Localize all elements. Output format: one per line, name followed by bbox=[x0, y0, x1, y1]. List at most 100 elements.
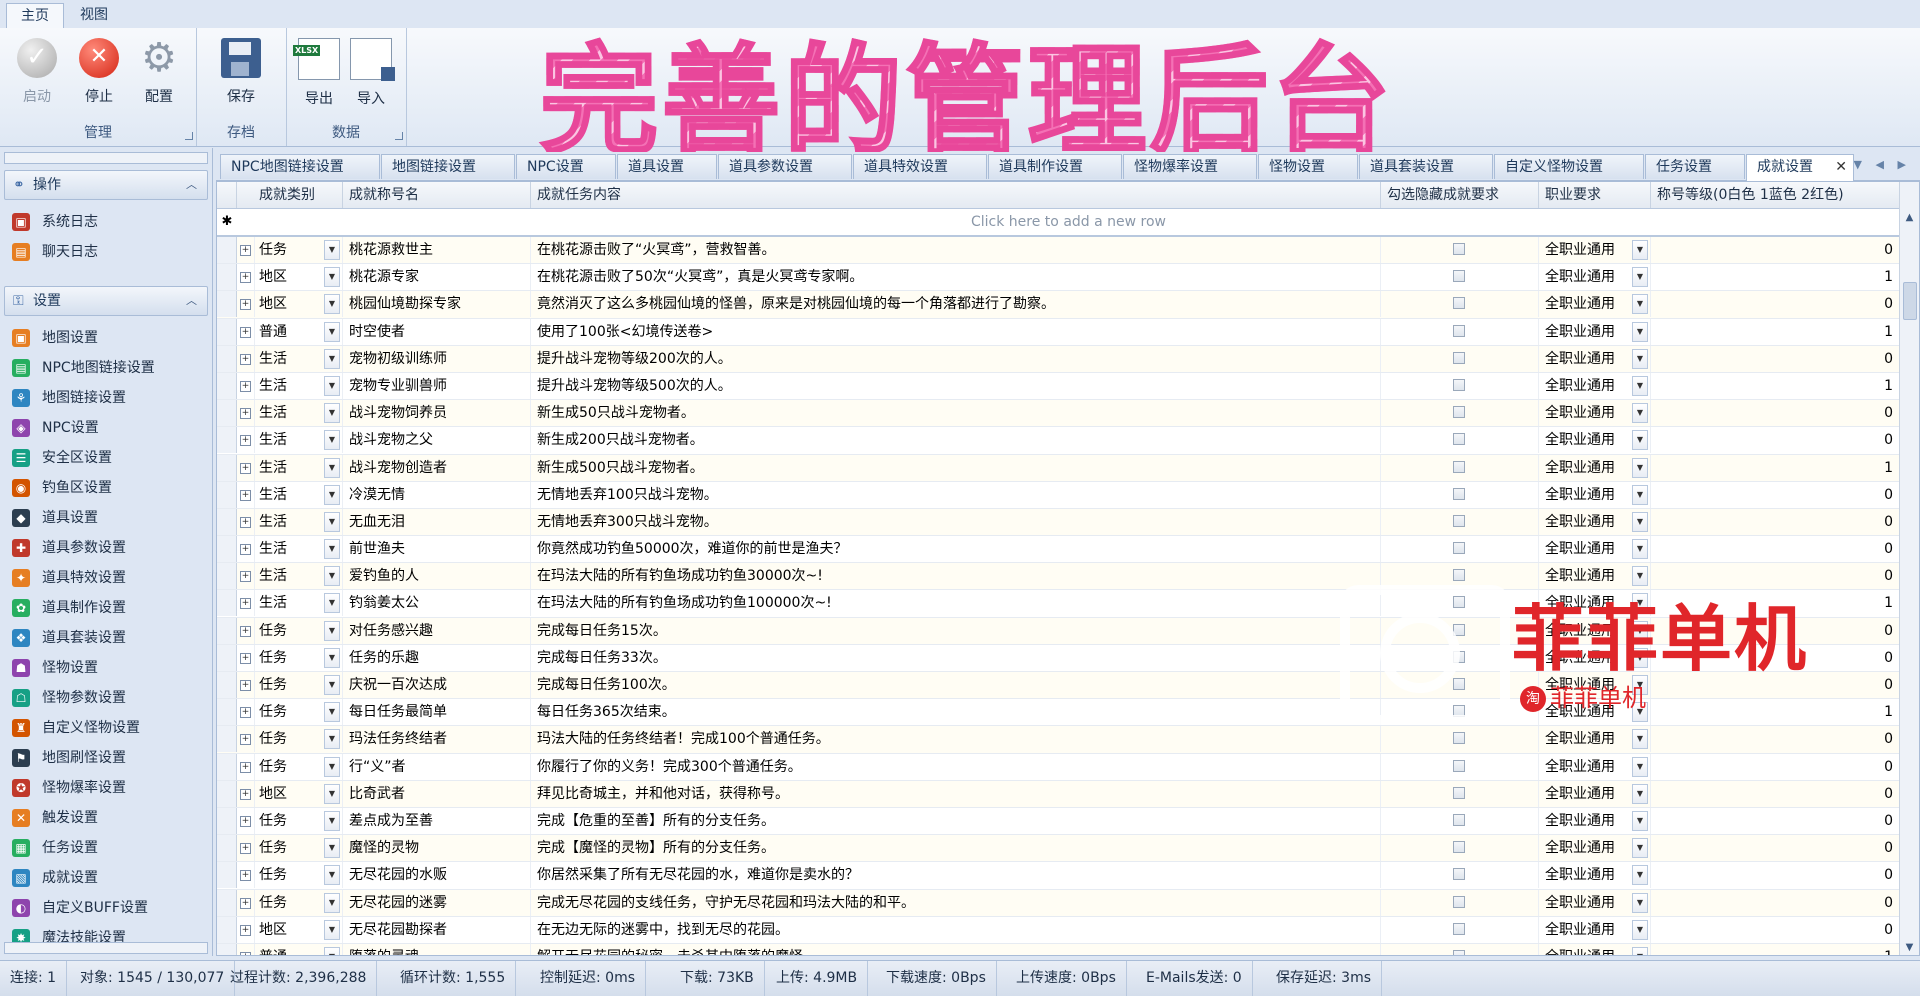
title-name-cell[interactable]: 无尽花园勘探者 bbox=[343, 916, 531, 943]
nav-item[interactable]: ▧ 成就设置 bbox=[12, 866, 98, 890]
job-cell[interactable]: 全职业通用 ▼ bbox=[1539, 318, 1651, 345]
row-indicator[interactable] bbox=[217, 454, 237, 481]
row-indicator[interactable] bbox=[217, 889, 237, 916]
row-indicator[interactable] bbox=[217, 508, 237, 535]
title-name-cell[interactable]: 玛法任务终结者 bbox=[343, 726, 531, 753]
row-indicator[interactable] bbox=[217, 726, 237, 753]
job-cell[interactable]: 全职业通用 ▼ bbox=[1539, 943, 1651, 955]
hidden-checkbox[interactable] bbox=[1453, 922, 1465, 935]
job-cell[interactable]: 全职业通用 ▼ bbox=[1539, 835, 1651, 862]
row-indicator[interactable] bbox=[217, 943, 237, 955]
level-cell[interactable]: 0 bbox=[1651, 400, 1900, 427]
title-name-cell[interactable]: 无尽花园的水贩 bbox=[343, 862, 531, 889]
nav-item[interactable]: ◐ 自定义BUFF设置 bbox=[12, 896, 148, 920]
hidden-checkbox[interactable] bbox=[1453, 433, 1465, 446]
expand-icon[interactable]: + bbox=[240, 516, 251, 528]
chevron-down-icon[interactable]: ▼ bbox=[324, 294, 340, 315]
hidden-checkbox[interactable] bbox=[1453, 378, 1465, 391]
level-cell[interactable]: 1 bbox=[1651, 264, 1900, 291]
job-cell[interactable]: 全职业通用 ▼ bbox=[1539, 400, 1651, 427]
task-cell[interactable]: 完成每日任务15次。 bbox=[531, 617, 1381, 644]
nav-item[interactable]: ☖ 怪物参数设置 bbox=[12, 686, 126, 710]
chevron-down-icon[interactable]: ▼ bbox=[324, 321, 340, 342]
expand-icon[interactable]: + bbox=[240, 625, 251, 637]
title-name-cell[interactable]: 比奇武者 bbox=[343, 780, 531, 807]
row-indicator[interactable] bbox=[217, 264, 237, 291]
category-cell[interactable]: 任务 ▼ bbox=[255, 862, 343, 889]
level-cell[interactable]: 1 bbox=[1651, 943, 1900, 955]
group-launcher-icon[interactable] bbox=[395, 132, 403, 140]
title-name-cell[interactable]: 庆祝一百次达成 bbox=[343, 672, 531, 698]
expand-cell[interactable]: + bbox=[237, 563, 255, 590]
expand-icon[interactable]: + bbox=[240, 435, 251, 447]
new-row[interactable]: ✱ Click here to add a new row bbox=[217, 209, 1900, 237]
category-cell[interactable]: 生活 ▼ bbox=[255, 481, 343, 508]
expand-cell[interactable]: + bbox=[237, 807, 255, 834]
table-row[interactable]: + 生活 ▼ 无血无泪 无情地丢弃300只战斗宠物。 全职业通用 ▼ 0 bbox=[217, 508, 1900, 537]
hidden-checkbox[interactable] bbox=[1453, 351, 1465, 364]
expand-cell[interactable]: + bbox=[237, 237, 255, 263]
task-cell[interactable]: 提升战斗宠物等级500次的人。 bbox=[531, 372, 1381, 399]
nav-scroll-down[interactable] bbox=[4, 942, 208, 954]
category-cell[interactable]: 生活 ▼ bbox=[255, 372, 343, 399]
job-cell[interactable]: 全职业通用 ▼ bbox=[1539, 481, 1651, 508]
doc-tab[interactable]: 道具设置 bbox=[617, 154, 717, 179]
expand-icon[interactable]: + bbox=[240, 870, 251, 882]
row-indicator[interactable] bbox=[217, 291, 237, 318]
row-indicator[interactable] bbox=[217, 617, 237, 644]
expand-cell[interactable]: + bbox=[237, 454, 255, 481]
expand-cell[interactable]: + bbox=[237, 699, 255, 726]
task-cell[interactable]: 在桃花源击败了“火冥鸢”，营救智善。 bbox=[531, 237, 1381, 263]
expand-icon[interactable]: + bbox=[240, 761, 251, 773]
level-cell[interactable]: 0 bbox=[1651, 835, 1900, 862]
chevron-down-icon[interactable]: ▼ bbox=[324, 838, 340, 859]
expand-cell[interactable]: + bbox=[237, 400, 255, 427]
row-indicator[interactable] bbox=[217, 318, 237, 345]
category-cell[interactable]: 任务 ▼ bbox=[255, 237, 343, 263]
expand-icon[interactable]: + bbox=[240, 326, 251, 338]
hidden-checkbox[interactable] bbox=[1453, 514, 1465, 527]
start-button[interactable]: 启动 bbox=[8, 36, 66, 116]
level-cell[interactable]: 1 bbox=[1651, 454, 1900, 481]
table-row[interactable]: + 任务 ▼ 差点成为至善 完成【危重的至善】所有的分支任务。 全职业通用 ▼ 0 bbox=[217, 807, 1900, 836]
hidden-checkbox[interactable] bbox=[1453, 569, 1465, 582]
hidden-checkbox[interactable] bbox=[1453, 895, 1465, 908]
title-name-cell[interactable]: 无血无泪 bbox=[343, 508, 531, 535]
stop-button[interactable]: 停止 bbox=[70, 36, 128, 116]
chevron-down-icon[interactable]: ▼ bbox=[324, 647, 340, 668]
chevron-down-icon[interactable]: ▼ bbox=[324, 865, 340, 886]
title-name-cell[interactable]: 战斗宠物之父 bbox=[343, 427, 531, 454]
title-name-cell[interactable]: 宠物初级训练师 bbox=[343, 345, 531, 372]
column-header-hidden[interactable]: 勾选隐藏成就要求 bbox=[1381, 182, 1539, 208]
job-cell[interactable]: 全职业通用 ▼ bbox=[1539, 726, 1651, 753]
chevron-down-icon[interactable]: ▼ bbox=[1632, 240, 1648, 260]
title-name-cell[interactable]: 差点成为至善 bbox=[343, 807, 531, 834]
nav-item[interactable]: ▣ 地图设置 bbox=[12, 326, 98, 350]
expand-cell[interactable]: + bbox=[237, 427, 255, 454]
hidden-checkbox[interactable] bbox=[1453, 786, 1465, 799]
table-row[interactable]: + 地区 ▼ 无尽花园勘探者 在无边无际的迷雾中，找到无尽的花园。 全职业通用 ▼ 0 bbox=[217, 916, 1900, 944]
expand-cell[interactable]: + bbox=[237, 943, 255, 955]
chevron-down-icon[interactable]: ▼ bbox=[1632, 892, 1648, 913]
nav-item[interactable]: ▤ 聊天日志 bbox=[12, 240, 98, 264]
title-name-cell[interactable]: 钓翁姜太公 bbox=[343, 590, 531, 617]
expand-icon[interactable]: + bbox=[240, 489, 251, 501]
chevron-down-icon[interactable]: ▼ bbox=[324, 783, 340, 804]
expand-cell[interactable]: + bbox=[237, 264, 255, 291]
task-cell[interactable]: 玛法大陆的任务终结者！完成100个普通任务。 bbox=[531, 726, 1381, 753]
level-cell[interactable]: 0 bbox=[1651, 807, 1900, 834]
nav-item[interactable]: ❖ 道具套装设置 bbox=[12, 626, 126, 650]
chevron-down-icon[interactable]: ▼ bbox=[324, 919, 340, 940]
task-cell[interactable]: 在桃花源击败了50次“火冥鸢”，真是火冥鸢专家啊。 bbox=[531, 264, 1381, 291]
level-cell[interactable]: 0 bbox=[1651, 508, 1900, 535]
nav-item[interactable]: ✕ 触发设置 bbox=[12, 806, 98, 830]
doc-tab[interactable]: NPC设置 bbox=[516, 154, 616, 179]
chevron-down-icon[interactable]: ▼ bbox=[324, 375, 340, 396]
expand-cell[interactable]: + bbox=[237, 862, 255, 889]
row-indicator[interactable] bbox=[217, 427, 237, 454]
task-cell[interactable]: 新生成200只战斗宠物者。 bbox=[531, 427, 1381, 454]
expand-icon[interactable]: + bbox=[240, 571, 251, 583]
doc-tab[interactable]: 任务设置 bbox=[1645, 154, 1745, 179]
job-cell[interactable]: 全职业通用 ▼ bbox=[1539, 536, 1651, 563]
expand-cell[interactable]: + bbox=[237, 345, 255, 372]
